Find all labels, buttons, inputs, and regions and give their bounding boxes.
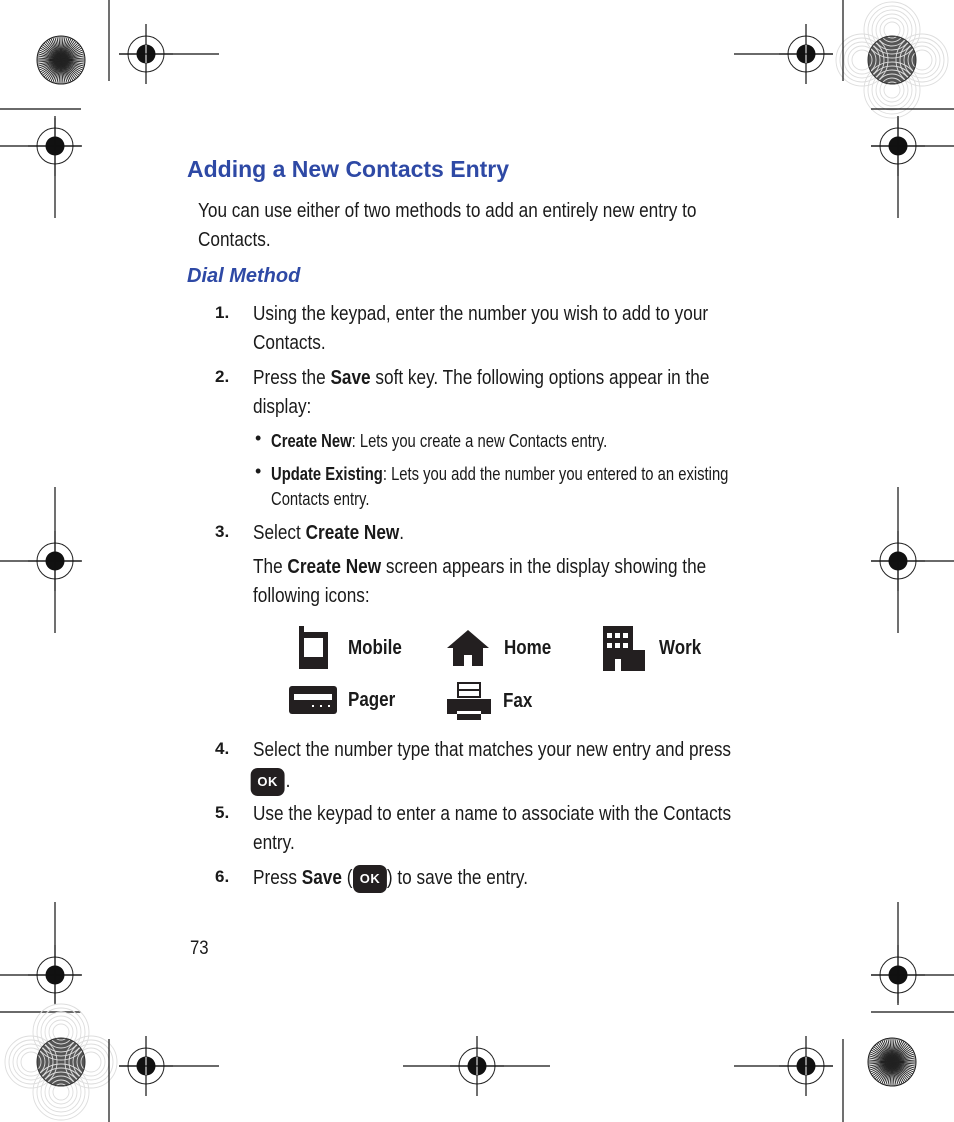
intro-paragraph: You can use either of two methods to add…: [198, 200, 697, 251]
bullet-icon: •: [255, 461, 262, 481]
bullet-icon: •: [255, 428, 262, 448]
step-number: 4.: [215, 739, 230, 758]
ok-key-icon: OK: [352, 864, 387, 893]
page-title: Adding a New Contacts Entry: [187, 156, 510, 182]
section-heading-dial-method: Dial Method: [187, 265, 301, 287]
mobile-icon: [299, 626, 328, 669]
save-softkey-label: Save: [330, 367, 371, 389]
pager-icon: [289, 686, 337, 714]
fax-icon: [447, 682, 491, 720]
step-number: 2.: [215, 367, 230, 386]
number-type-pager: Pager: [289, 686, 404, 714]
step-number: 5.: [215, 803, 230, 822]
starburst-mark: [867, 1037, 917, 1087]
number-type-work: Work: [603, 626, 709, 671]
work-icon: [603, 626, 645, 671]
number-type-mobile: Mobile: [298, 626, 411, 670]
step-number: 1.: [215, 303, 230, 322]
moire-mark: [835, 1, 949, 119]
number-type-home: Home: [447, 630, 560, 666]
moire-mark: [4, 1003, 118, 1121]
number-type-fax: Fax: [447, 682, 537, 720]
starburst-mark: [36, 35, 86, 85]
home-icon: [447, 630, 489, 666]
step-number: 3.: [215, 522, 230, 541]
ok-key-icon: OK: [250, 767, 285, 796]
page-number: 73: [190, 938, 209, 959]
step-number: 6.: [215, 867, 230, 886]
